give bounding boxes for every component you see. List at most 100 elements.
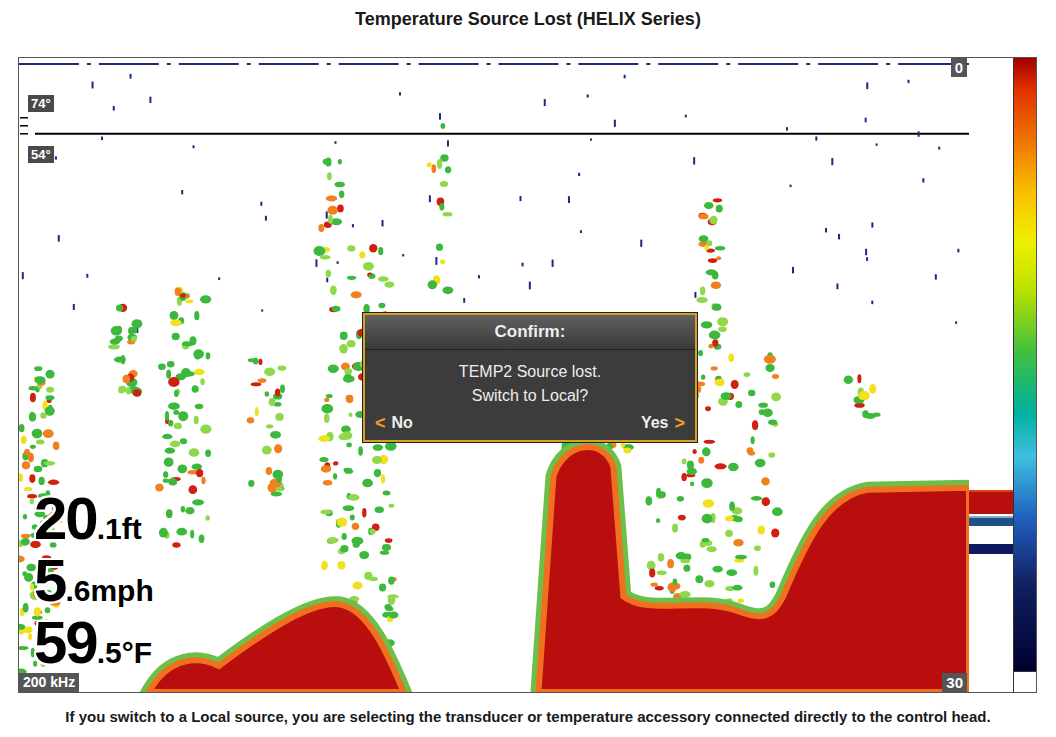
sonar-return	[344, 469, 353, 474]
sonar-return	[185, 300, 193, 304]
sonar-return	[323, 159, 329, 165]
thermocline-line	[35, 133, 969, 135]
sonar-return	[178, 411, 188, 421]
clutter-speck	[260, 202, 262, 206]
sonar-return	[337, 205, 344, 213]
sonar-return	[277, 487, 285, 491]
clutter-speck	[786, 127, 788, 130]
page-title: Temperature Source Lost (HELIX Series)	[0, 0, 1056, 31]
sonar-return	[703, 499, 714, 507]
sonar-return	[340, 545, 348, 552]
sonar-return	[768, 452, 775, 457]
dialog-message: Switch to Local?	[375, 384, 685, 408]
sonar-return	[649, 569, 655, 578]
sonar-return	[369, 244, 377, 252]
caption: If you switch to a Local source, you are…	[0, 707, 1056, 727]
surface-line	[19, 63, 969, 65]
sonar-return	[133, 389, 141, 397]
sonar-return	[39, 477, 45, 485]
sonar-return	[350, 515, 355, 521]
sonar-return	[347, 340, 356, 347]
sonar-return	[683, 565, 690, 572]
sonar-return	[388, 611, 398, 618]
sonar-return	[771, 393, 781, 402]
sonar-return	[699, 213, 709, 219]
clutter-speck	[92, 81, 94, 88]
sonar-return	[205, 450, 211, 457]
sonar-return	[681, 473, 686, 481]
sonar-return	[359, 251, 365, 258]
sonar-return	[707, 240, 713, 246]
sonar-return	[121, 355, 126, 364]
no-button[interactable]: <No	[375, 412, 413, 434]
sonar-return	[346, 395, 354, 403]
sonar-return	[182, 342, 194, 347]
sonar-return	[326, 270, 332, 278]
sonar-return	[440, 259, 446, 264]
sonar-return	[368, 274, 374, 279]
sonar-return	[166, 370, 171, 379]
sonar-return	[347, 276, 356, 280]
sonar-return	[623, 448, 631, 454]
clutter-speck	[22, 272, 24, 279]
sonar-return	[728, 463, 739, 471]
sonar-return	[173, 410, 179, 415]
sonar-return	[319, 255, 330, 259]
sonar-return	[321, 404, 333, 413]
sonar-return	[165, 448, 176, 454]
sonar-return	[180, 293, 186, 297]
sonar-return	[258, 359, 262, 365]
sonar-return	[327, 537, 338, 544]
sonar-return	[667, 559, 674, 568]
sonar-return	[362, 479, 373, 488]
readout: 59.5°F	[34, 612, 154, 674]
sonar-return	[277, 365, 286, 370]
sonar-return	[180, 438, 187, 444]
sonar-return	[248, 480, 254, 487]
sonar-return	[711, 281, 721, 289]
sonar-return	[111, 326, 122, 336]
sonar-return	[22, 461, 30, 469]
sonar-return	[36, 432, 42, 437]
sonar-return	[729, 501, 735, 510]
sonar-return	[721, 392, 732, 400]
clutter-speck	[825, 228, 827, 232]
sonar-return	[763, 408, 773, 417]
sonar-return	[181, 368, 191, 377]
yes-button[interactable]: Yes>	[641, 412, 685, 434]
sonar-return	[274, 444, 282, 453]
sonar-return	[352, 582, 362, 590]
sonar-return	[770, 582, 776, 588]
sonar-return	[23, 514, 27, 520]
sonar-return	[346, 442, 352, 447]
sonar-return	[442, 212, 452, 216]
clutter-speck	[955, 321, 957, 324]
clutter-speck	[265, 216, 267, 221]
clutter-speck	[831, 158, 833, 165]
clutter-speck	[337, 261, 339, 264]
sonar-return	[735, 555, 747, 560]
sonar-return	[380, 551, 389, 555]
sonar-return	[21, 534, 30, 539]
clutter-speck	[587, 94, 589, 97]
sonar-return	[712, 271, 718, 279]
sonar-return	[194, 416, 199, 425]
sonar-return	[862, 410, 869, 418]
sonar-view: 74°54°030200 kHz20.1ft5.6mph59.5°FConfir…	[19, 58, 969, 692]
sonar-return	[333, 473, 337, 479]
clutter-speck	[520, 196, 522, 201]
temp-scale-high: 74°	[28, 95, 54, 112]
sonar-return	[657, 571, 667, 576]
clutter-speck	[435, 257, 437, 265]
sonar-return	[24, 573, 33, 582]
sonar-return	[29, 412, 34, 421]
dialog-buttons: <No Yes>	[375, 412, 685, 434]
sonar-return	[704, 202, 714, 209]
sonar-return	[335, 182, 345, 187]
sonar-return	[386, 607, 394, 611]
sonar-return	[119, 386, 126, 393]
sonar-return	[168, 478, 177, 486]
clutter-speck	[218, 277, 220, 280]
sonar-return	[772, 507, 783, 516]
sonar-return	[269, 398, 276, 406]
